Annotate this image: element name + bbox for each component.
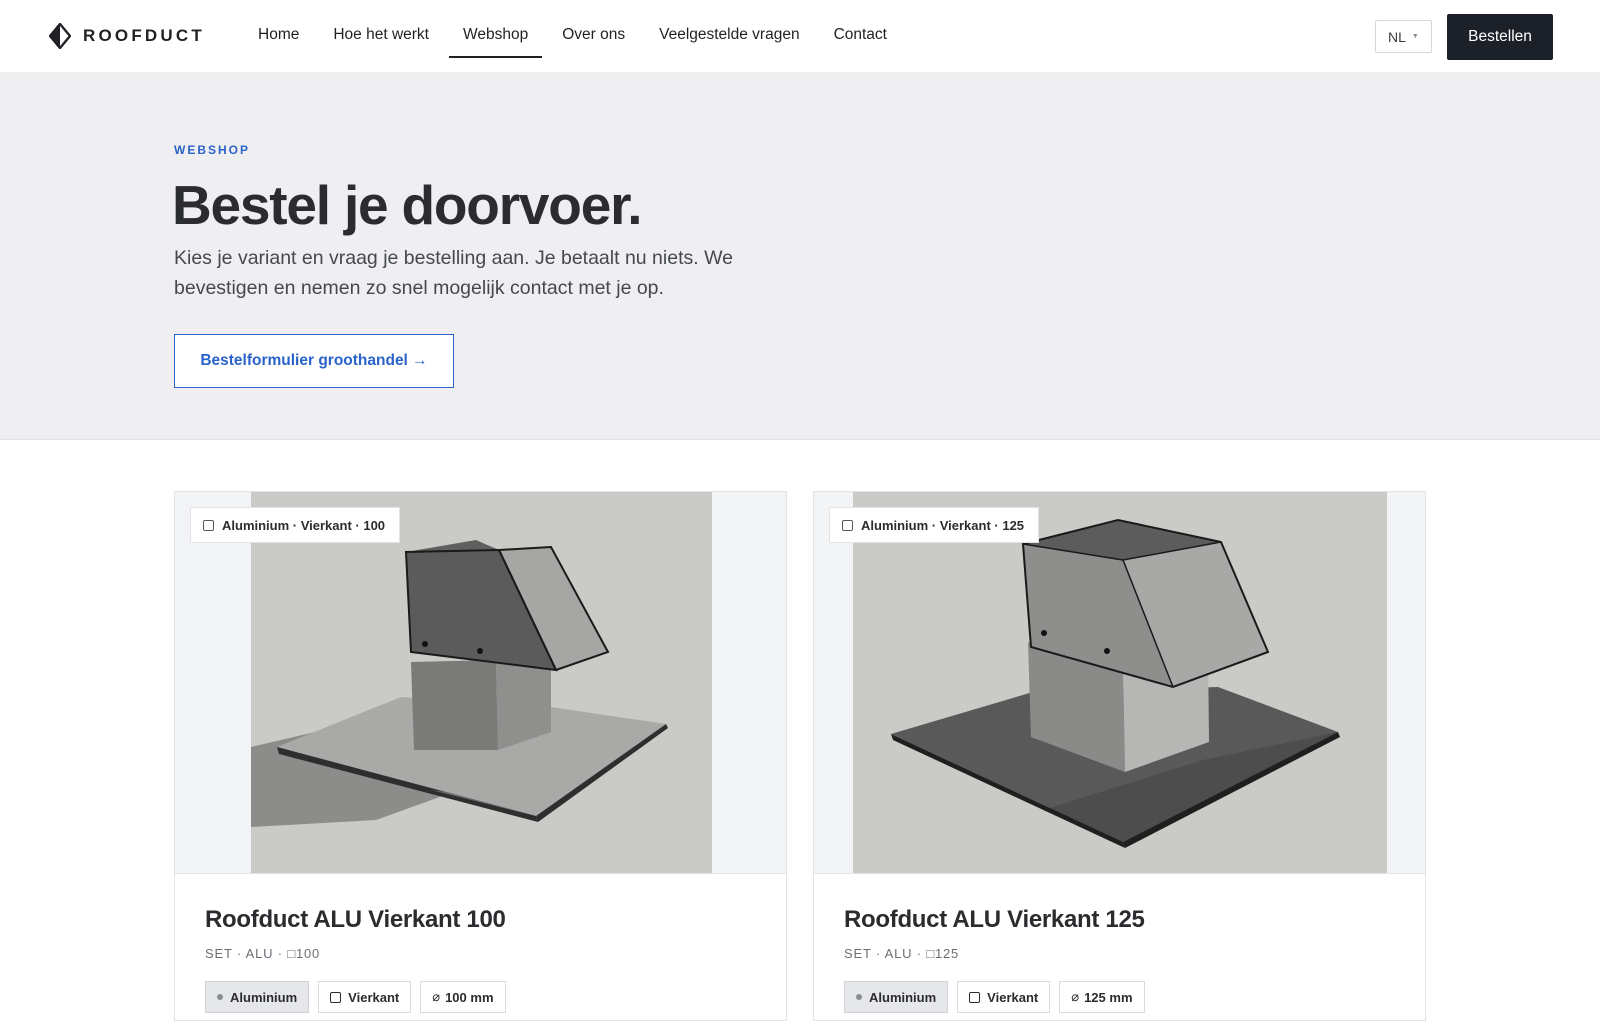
- product-image: Aluminium · Vierkant · 100: [175, 492, 786, 874]
- nav-how-it-works[interactable]: Hoe het werkt: [319, 0, 443, 73]
- diameter-tag: ⌀ 100 mm: [420, 981, 506, 1013]
- language-value: NL: [1388, 28, 1406, 45]
- order-button[interactable]: Bestellen: [1447, 14, 1553, 60]
- diameter-tag-label: 100 mm: [445, 989, 494, 1005]
- product-tags: Aluminium Vierkant ⌀ 100 mm: [205, 981, 515, 1013]
- language-select[interactable]: NL ▼: [1375, 20, 1432, 53]
- product-sku: SET · ALU · □125: [844, 946, 960, 961]
- hero-description: Kies je variant en vraag je bestelling a…: [174, 247, 733, 299]
- material-tag: Aluminium: [205, 981, 310, 1013]
- nav-contact[interactable]: Contact: [820, 0, 901, 73]
- product-render-image: [853, 492, 1387, 873]
- material-tag-label: Aluminium: [230, 989, 298, 1005]
- logo[interactable]: ROOFDUCT: [49, 22, 205, 50]
- diameter-icon: ⌀: [432, 989, 441, 1004]
- product-image: Aluminium · Vierkant · 125: [814, 492, 1425, 874]
- dot-icon: [856, 994, 862, 1000]
- diameter-tag-label: 125 mm: [1084, 989, 1133, 1005]
- product-card[interactable]: Aluminium · Vierkant · 125 Roofduct ALU …: [813, 491, 1426, 1021]
- dot-icon: [217, 994, 223, 1000]
- site-header: ROOFDUCT Home Hoe het werkt Webshop Over…: [0, 0, 1600, 73]
- product-card[interactable]: Aluminium · Vierkant · 100 Roofduct ALU …: [174, 491, 787, 1021]
- checkbox-icon: [842, 519, 853, 531]
- page-title: Bestel je doorvoer.: [172, 174, 643, 236]
- product-sku: SET · ALU · □100: [205, 946, 321, 961]
- product-title[interactable]: Roofduct ALU Vierkant 100: [205, 906, 506, 934]
- nav-about[interactable]: Over ons: [548, 0, 639, 73]
- shape-tag-label: Vierkant: [987, 989, 1039, 1005]
- product-tags: Aluminium Vierkant ⌀ 125 mm: [844, 981, 1154, 1013]
- material-tag-label: Aluminium: [869, 989, 937, 1005]
- nav-faq[interactable]: Veelgestelde vragen: [645, 0, 813, 73]
- hero-section: WEBSHOP Bestel je doorvoer. Kies je vari…: [0, 73, 1600, 440]
- shape-tag: Vierkant: [318, 981, 412, 1013]
- checkbox-icon: [203, 519, 214, 531]
- nav-home[interactable]: Home: [244, 0, 313, 73]
- shape-tag: Vierkant: [957, 981, 1051, 1013]
- nav-webshop[interactable]: Webshop: [449, 0, 543, 73]
- wholesale-order-form-button[interactable]: Bestelformulier groothandel →: [174, 334, 454, 388]
- product-title[interactable]: Roofduct ALU Vierkant 125: [844, 906, 1145, 934]
- diamond-logo-icon: [49, 23, 71, 49]
- variant-badge: Aluminium · Vierkant · 100: [190, 507, 401, 543]
- caret-down-icon: ▼: [1411, 33, 1419, 40]
- product-render-image: [251, 492, 712, 873]
- variant-badge-label: Aluminium · Vierkant · 100: [222, 517, 386, 533]
- variant-badge-label: Aluminium · Vierkant · 125: [861, 517, 1025, 533]
- shape-tag-label: Vierkant: [348, 989, 400, 1005]
- diameter-icon: ⌀: [1071, 989, 1080, 1004]
- brand-name: ROOFDUCT: [83, 26, 205, 45]
- material-tag: Aluminium: [844, 981, 949, 1013]
- diameter-tag: ⌀ 125 mm: [1059, 981, 1145, 1013]
- main-nav: Home Hoe het werkt Webshop Over ons Veel…: [244, 0, 907, 73]
- variant-badge: Aluminium · Vierkant · 125: [829, 507, 1040, 543]
- hero-eyebrow: WEBSHOP: [174, 143, 251, 157]
